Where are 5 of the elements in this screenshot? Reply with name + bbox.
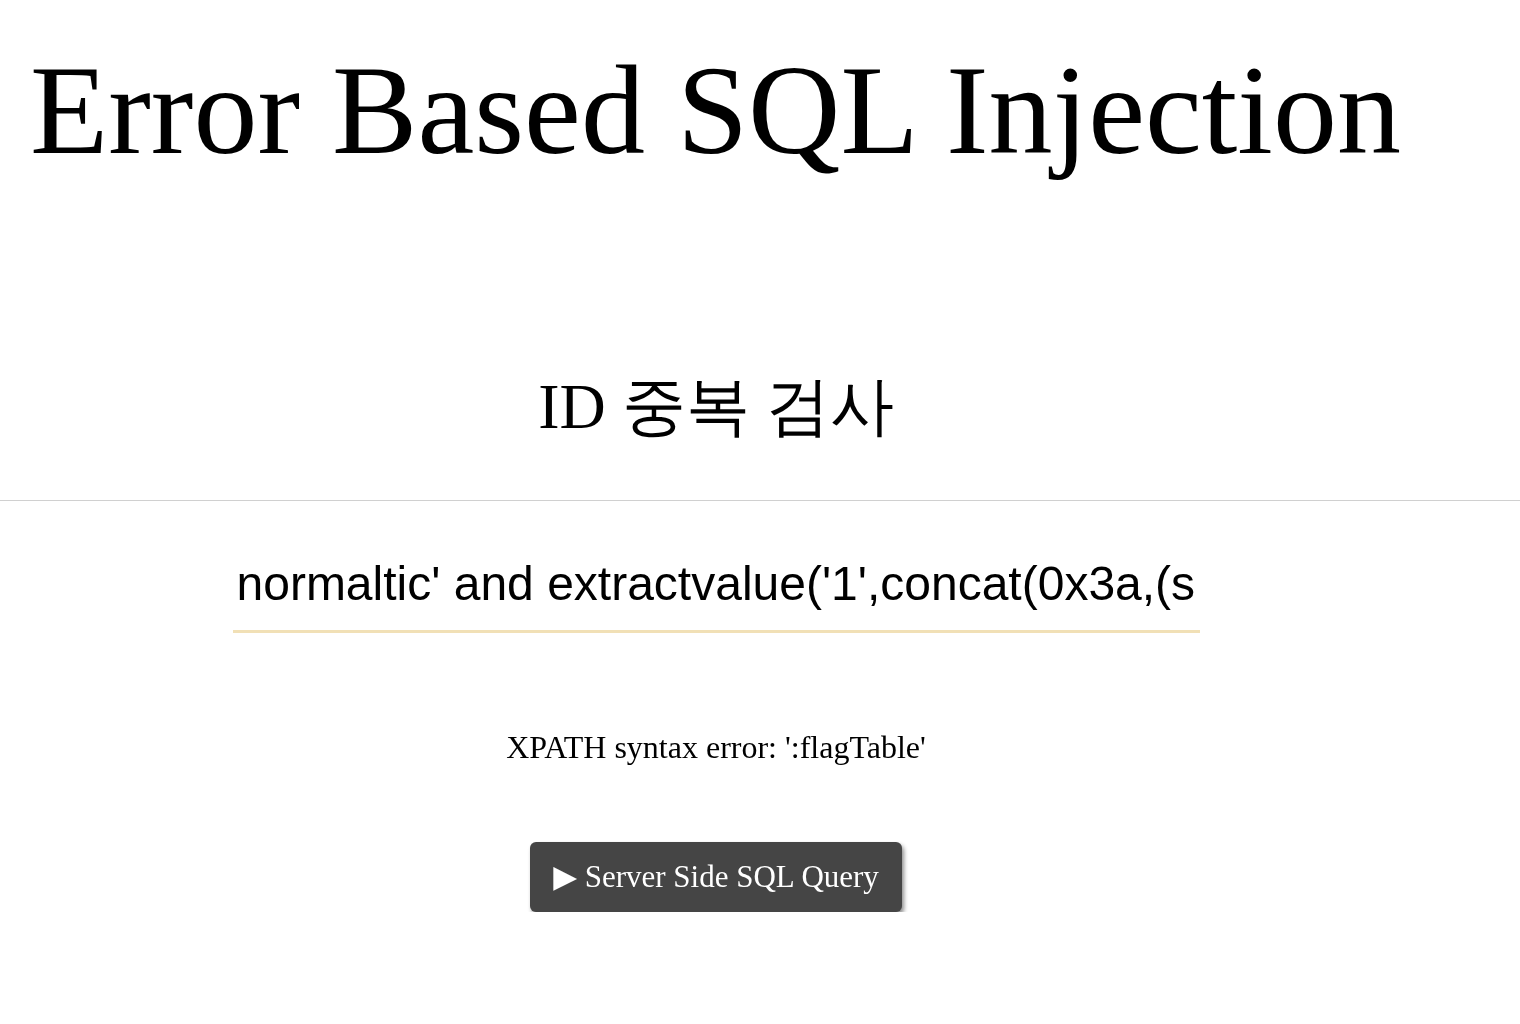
page-title: Error Based SQL Injection	[29, 38, 1402, 183]
id-input-field[interactable]: normaltic' and extractvalue('1',concat(0x3a,(s	[232, 558, 1200, 633]
error-message: XPATH syntax error: ':flagTable'	[506, 728, 926, 766]
section-heading: ID 중복 검사	[538, 370, 894, 444]
server-query-button[interactable]: ▶ Server Side SQL Query	[530, 841, 902, 912]
